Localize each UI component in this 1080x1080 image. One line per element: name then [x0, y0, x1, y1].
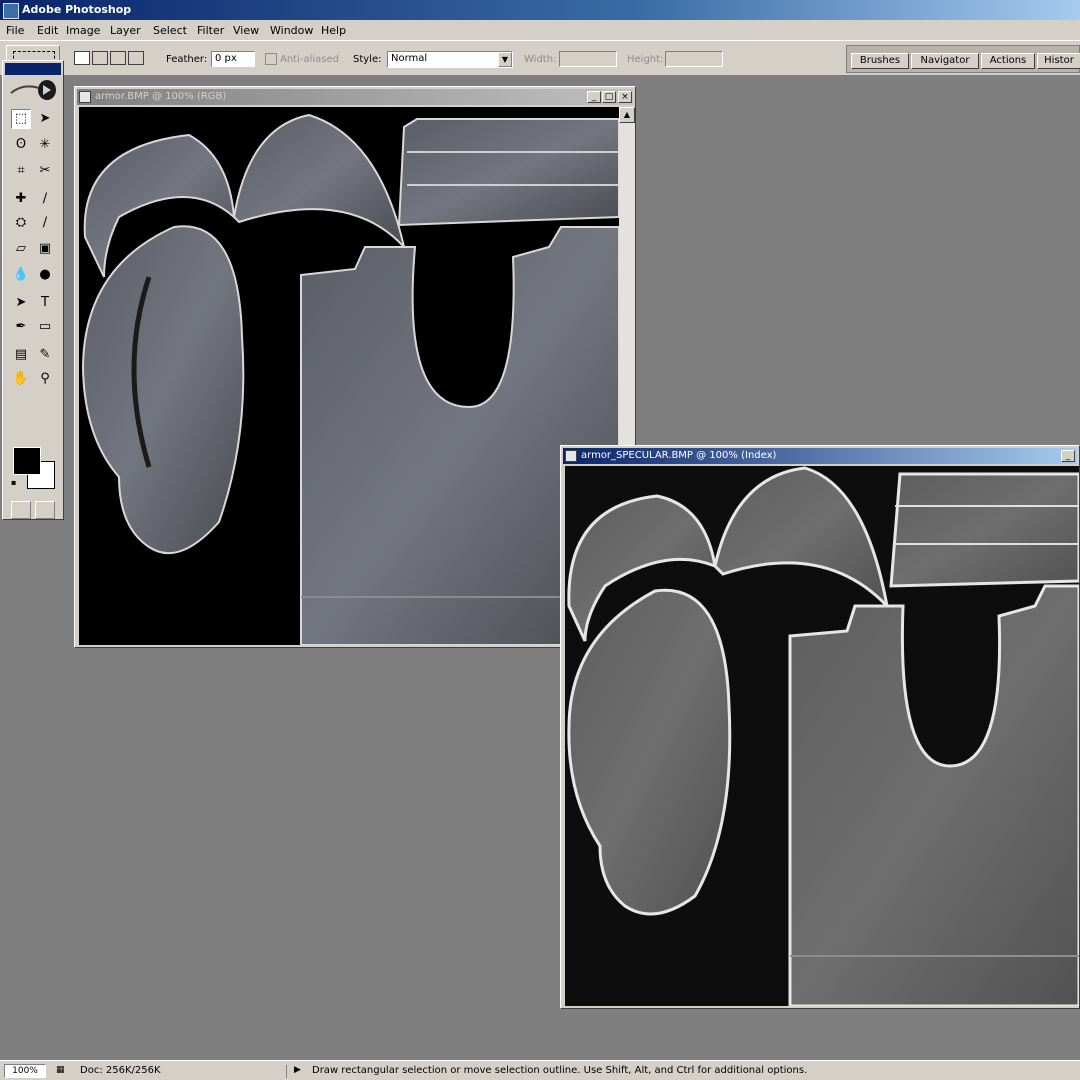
antialiased-label: Anti-aliased — [280, 54, 340, 65]
blur-icon[interactable]: 💧 — [11, 265, 31, 285]
chevron-down-icon[interactable]: ▼ — [498, 52, 512, 67]
new-selection-icon[interactable] — [74, 51, 90, 65]
lasso-icon[interactable]: ʘ — [11, 135, 31, 155]
minimize-icon[interactable]: _ — [1061, 450, 1075, 462]
add-selection-icon[interactable] — [92, 51, 108, 65]
document-canvas[interactable] — [79, 107, 619, 645]
width-input — [559, 51, 617, 67]
style-select[interactable]: Normal ▼ — [387, 51, 513, 68]
zoom-icon[interactable]: ⚲ — [35, 369, 55, 389]
menu-edit[interactable]: Edit — [37, 24, 58, 37]
height-input — [665, 51, 723, 67]
menu-filter[interactable]: Filter — [197, 24, 224, 37]
armor-texture-image — [81, 113, 619, 645]
width-label: Width: — [524, 54, 557, 65]
tab-brushes[interactable]: Brushes — [851, 53, 909, 69]
eraser-icon[interactable]: ▱ — [11, 239, 31, 259]
document-canvas[interactable] — [565, 466, 1079, 1006]
document-window-armor[interactable]: armor.BMP @ 100% (RGB) _ □ × ▲ — [74, 86, 636, 648]
document-size-info: Doc: 256K/256K — [80, 1065, 161, 1076]
healing-brush-icon[interactable]: ✚ — [11, 189, 31, 209]
antialiased-checkbox — [265, 53, 277, 65]
document-title: armor.BMP @ 100% (RGB) — [95, 91, 227, 102]
history-brush-icon[interactable]: ∕ — [35, 213, 55, 233]
gradient-icon[interactable]: ▣ — [35, 239, 55, 259]
style-label: Style: — [353, 54, 382, 65]
move-icon[interactable]: ➤ — [35, 109, 55, 129]
status-divider — [176, 1065, 287, 1078]
height-label: Height: — [627, 54, 664, 65]
palette-well: Brushes Navigator Actions Histor — [846, 45, 1080, 73]
document-title-bar[interactable]: armor.BMP @ 100% (RGB) _ □ × — [77, 89, 633, 105]
photoshop-app-icon[interactable] — [3, 3, 19, 19]
toolbox: ⬚ ➤ ʘ ✳ ⌗ ✂ ✚ ∕ ⛭ ∕ ▱ ▣ 💧 ● ➤ T ✒ ▭ ▤ ✎ ✋ ⚲ ▪ — [2, 60, 64, 520]
document-icon — [565, 450, 577, 462]
document-icon — [79, 91, 91, 103]
crop-icon[interactable]: ⌗ — [11, 161, 31, 181]
selection-mode-group — [74, 51, 148, 65]
menu-bar: File Edit Image Layer Select Filter View… — [0, 20, 1080, 40]
print-preview-icon[interactable]: ▦ — [56, 1065, 65, 1075]
style-select-value: Normal — [391, 53, 428, 64]
hand-icon[interactable]: ✋ — [11, 369, 31, 389]
menu-view[interactable]: View — [233, 24, 259, 37]
feather-input[interactable]: 0 px — [211, 51, 255, 67]
dodge-icon[interactable]: ● — [35, 265, 55, 285]
close-icon[interactable]: × — [618, 91, 632, 103]
brush-icon[interactable]: ∕ — [35, 189, 55, 209]
document-title: armor_SPECULAR.BMP @ 100% (Index) — [581, 450, 777, 461]
menu-layer[interactable]: Layer — [110, 24, 141, 37]
standard-mode-icon[interactable] — [11, 501, 31, 519]
subtract-selection-icon[interactable] — [110, 51, 126, 65]
app-title: Adobe Photoshop — [22, 3, 132, 16]
clone-stamp-icon[interactable]: ⛭ — [11, 213, 31, 233]
marquee-icon[interactable]: ⬚ — [11, 109, 31, 129]
menu-window[interactable]: Window — [270, 24, 313, 37]
armor-specular-texture-image — [567, 466, 1079, 1006]
eyedropper-icon[interactable]: ✎ — [35, 345, 55, 365]
menu-image[interactable]: Image — [66, 24, 100, 37]
photoshop-logo-icon[interactable] — [9, 79, 57, 101]
app-title-bar: Adobe Photoshop — [0, 0, 1080, 20]
intersect-selection-icon[interactable] — [128, 51, 144, 65]
type-icon[interactable]: T — [35, 293, 55, 313]
document-title-bar[interactable]: armor_SPECULAR.BMP @ 100% (Index) _ — [563, 448, 1077, 464]
slice-icon[interactable]: ✂ — [35, 161, 55, 181]
maximize-icon[interactable]: □ — [602, 91, 616, 103]
scroll-up-icon[interactable]: ▲ — [619, 107, 635, 123]
tab-history[interactable]: Histor — [1037, 53, 1080, 69]
pen-icon[interactable]: ✒ — [11, 317, 31, 337]
tab-navigator[interactable]: Navigator — [911, 53, 979, 69]
menu-file[interactable]: File — [6, 24, 24, 37]
menu-help[interactable]: Help — [321, 24, 346, 37]
magic-wand-icon[interactable]: ✳ — [35, 135, 55, 155]
shape-icon[interactable]: ▭ — [35, 317, 55, 337]
feather-label: Feather: — [166, 54, 208, 65]
path-selection-icon[interactable]: ➤ — [11, 293, 31, 313]
default-colors-icon[interactable]: ▪ — [11, 479, 19, 487]
toolbox-title-bar[interactable] — [5, 63, 61, 75]
status-bar: 100% ▦ Doc: 256K/256K ▶ Draw rectangular… — [0, 1060, 1080, 1080]
quickmask-mode-icon[interactable] — [35, 501, 55, 519]
tab-actions[interactable]: Actions — [981, 53, 1035, 69]
tool-hint: Draw rectangular selection or move selec… — [312, 1065, 808, 1076]
document-window-armor-specular[interactable]: armor_SPECULAR.BMP @ 100% (Index) _ — [560, 445, 1080, 1009]
notes-icon[interactable]: ▤ — [11, 345, 31, 365]
status-menu-arrow-icon[interactable]: ▶ — [294, 1065, 301, 1075]
zoom-field[interactable]: 100% — [4, 1064, 46, 1078]
menu-select[interactable]: Select — [153, 24, 187, 37]
minimize-icon[interactable]: _ — [587, 91, 601, 103]
foreground-color-swatch[interactable] — [13, 447, 41, 475]
